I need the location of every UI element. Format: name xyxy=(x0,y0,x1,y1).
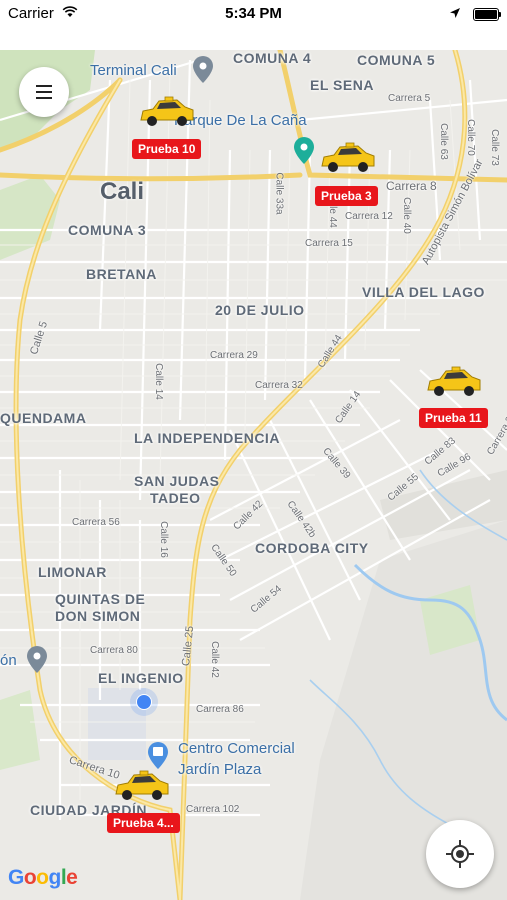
poi-mall-label-2: Jardín Plaza xyxy=(178,761,262,778)
google-logo: Google xyxy=(8,866,78,889)
area-label: LIMONAR xyxy=(38,564,107,580)
menu-button[interactable] xyxy=(19,67,69,117)
street-label: Carrera 86 xyxy=(196,704,244,715)
poi-left-label: ón xyxy=(0,652,17,669)
street-label: Calle 70 xyxy=(464,119,476,156)
my-location-button[interactable] xyxy=(426,820,494,888)
street-label: Carrera 80 xyxy=(90,645,138,656)
street-label: Carrera 102 xyxy=(186,804,240,815)
street-label: Calle 14 xyxy=(152,363,164,400)
area-label: BRETANA xyxy=(86,266,157,282)
street-label: Carrera 32 xyxy=(255,380,303,391)
area-label: LA INDEPENDENCIA xyxy=(134,430,280,446)
street-label: Carrera 5 xyxy=(388,93,431,104)
area-label: EL SENA xyxy=(310,77,374,93)
street-label: Carrera 29 xyxy=(210,350,258,361)
street-label: Calle 73 xyxy=(488,129,500,166)
area-label: QUINTAS DE xyxy=(55,591,146,607)
area-label: CORDOBA CITY xyxy=(255,540,369,556)
street-label: Carrera 12 xyxy=(345,211,393,222)
area-label: 20 DE JULIO xyxy=(215,302,305,318)
street-label: Calle 16 xyxy=(157,521,169,558)
area-label: COMUNA 5 xyxy=(357,52,436,68)
street-label: Calle 42 xyxy=(208,641,220,678)
map-view[interactable]: COMUNA 4 COMUNA 5 EL SENA COMUNA 3 BRETA… xyxy=(0,50,507,900)
vehicle-label[interactable]: Prueba 11 xyxy=(419,408,488,428)
battery-icon xyxy=(473,8,501,21)
vehicle-label[interactable]: Prueba 3 xyxy=(315,186,378,206)
street-label: Calle 40 xyxy=(400,197,412,234)
taxi-icon[interactable] xyxy=(112,770,172,802)
street-label: Carrera 56 xyxy=(72,517,120,528)
crosshair-icon xyxy=(446,840,474,868)
street-label: Calle 63 xyxy=(437,123,449,160)
area-label: QUENDAMA xyxy=(0,410,87,426)
hamburger-icon xyxy=(36,85,52,87)
area-label: COMUNA 4 xyxy=(233,50,312,66)
area-label: SAN JUDAS xyxy=(134,473,220,489)
poi-mall-label-1: Centro Comercial xyxy=(178,740,295,757)
area-label: VILLA DEL LAGO xyxy=(362,284,485,300)
vehicle-label[interactable]: Prueba 4... xyxy=(107,813,180,833)
status-time: 5:34 PM xyxy=(225,5,282,22)
vehicle-label[interactable]: Prueba 10 xyxy=(132,139,202,159)
nav-bar xyxy=(0,28,507,50)
taxi-icon[interactable] xyxy=(137,96,197,128)
street-label: Carrera 15 xyxy=(305,238,353,249)
status-bar: Carrier 5:34 PM xyxy=(0,0,507,28)
area-label: EL INGENIO xyxy=(98,670,184,686)
taxi-icon[interactable] xyxy=(318,142,378,174)
taxi-icon[interactable] xyxy=(424,366,484,398)
area-label: COMUNA 3 xyxy=(68,222,147,238)
area-label: TADEO xyxy=(150,490,201,506)
area-label: DON SIMON xyxy=(55,608,141,624)
user-location-dot xyxy=(130,688,158,716)
location-arrow-icon xyxy=(450,8,460,18)
city-label: Cali xyxy=(100,178,145,205)
poi-terminal-label: Terminal Cali xyxy=(90,62,177,79)
street-label: Carrera 8 xyxy=(386,179,437,193)
street-label: Calle 33a xyxy=(273,172,285,215)
